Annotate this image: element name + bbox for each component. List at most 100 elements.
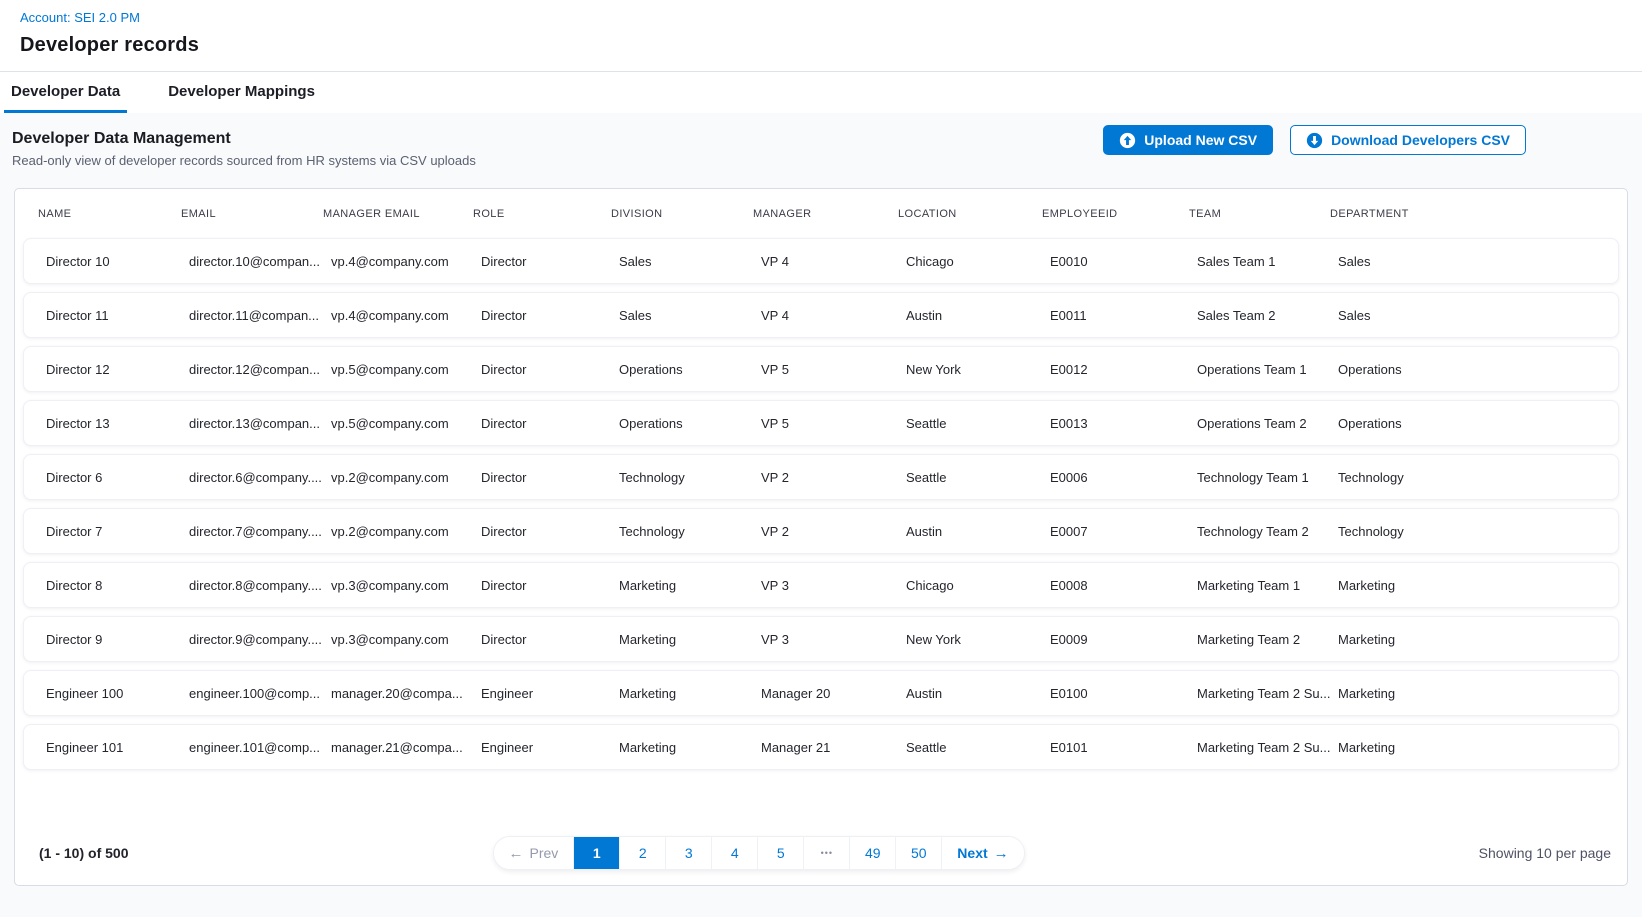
table-cell: E0006 <box>1050 470 1197 485</box>
table-cell: Director 11 <box>46 308 189 323</box>
table-cell: Operations <box>1338 362 1596 377</box>
table-cell: VP 2 <box>761 470 906 485</box>
table-cell: Director <box>481 524 619 539</box>
table-row: Director 7director.7@company....vp.2@com… <box>23 508 1619 554</box>
table-cell: Marketing <box>1338 578 1596 593</box>
page-button-50[interactable]: 50 <box>895 837 941 869</box>
table-cell: E0008 <box>1050 578 1197 593</box>
table-cell: Director 10 <box>46 254 189 269</box>
pagination-bar: (1 - 10) of 500 ← Prev 12345•••4950 Next… <box>15 821 1627 885</box>
account-breadcrumb-link[interactable]: Account: SEI 2.0 PM <box>20 10 140 25</box>
table-cell: director.10@compan... <box>189 254 331 269</box>
table-cell: vp.3@company.com <box>331 632 481 647</box>
next-page-button[interactable]: Next → <box>941 837 1023 869</box>
table-row: Director 11director.11@compan...vp.4@com… <box>23 292 1619 338</box>
page-button-1[interactable]: 1 <box>573 837 619 869</box>
table-cell: VP 3 <box>761 632 906 647</box>
table-cell: director.8@company.... <box>189 578 331 593</box>
table-cell: Marketing Team 2 Su... <box>1197 740 1338 755</box>
table-cell: Director <box>481 308 619 323</box>
table-cell: Director <box>481 254 619 269</box>
column-header-department: DEPARTMENT <box>1330 208 1611 220</box>
table-cell: Technology <box>619 470 761 485</box>
page-button-3[interactable]: 3 <box>665 837 711 869</box>
table-cell: Director <box>481 362 619 377</box>
table-cell: Director <box>481 470 619 485</box>
table-cell: Austin <box>906 524 1050 539</box>
column-header-employeeid: EMPLOYEEID <box>1042 208 1189 220</box>
table-cell: Austin <box>906 308 1050 323</box>
download-developers-csv-button[interactable]: Download Developers CSV <box>1290 125 1526 155</box>
page-button-2[interactable]: 2 <box>619 837 665 869</box>
table-cell: director.6@company.... <box>189 470 331 485</box>
table-cell: VP 3 <box>761 578 906 593</box>
prev-label: Prev <box>530 845 559 861</box>
prev-page-button[interactable]: ← Prev <box>494 837 574 869</box>
page-header: Account: SEI 2.0 PM Developer records <box>0 0 1642 72</box>
table-cell: Engineer <box>481 686 619 701</box>
page-ellipsis: ••• <box>803 837 849 869</box>
tab-developer-mappings[interactable]: Developer Mappings <box>161 72 322 113</box>
table-cell: VP 5 <box>761 362 906 377</box>
table-cell: Marketing <box>1338 632 1596 647</box>
table-cell: Sales Team 2 <box>1197 308 1338 323</box>
table-cell: director.12@compan... <box>189 362 331 377</box>
upload-new-csv-button[interactable]: Upload New CSV <box>1103 125 1273 155</box>
main-content: Developer Data Management Read-only view… <box>0 113 1642 917</box>
table-cell: Operations <box>619 362 761 377</box>
page-button-49[interactable]: 49 <box>849 837 895 869</box>
table-row: Engineer 101engineer.101@comp...manager.… <box>23 724 1619 770</box>
table-cell: Technology Team 1 <box>1197 470 1338 485</box>
page-button-5[interactable]: 5 <box>757 837 803 869</box>
page-title: Developer records <box>20 34 1622 57</box>
table-cell: Marketing <box>1338 686 1596 701</box>
table-cell: director.13@compan... <box>189 416 331 431</box>
table-cell: Manager 21 <box>761 740 906 755</box>
table-cell: vp.2@company.com <box>331 524 481 539</box>
table-cell: Technology <box>619 524 761 539</box>
table-cell: Marketing Team 2 <box>1197 632 1338 647</box>
table-cell: Marketing <box>619 632 761 647</box>
table-body: Director 10director.10@compan...vp.4@com… <box>15 238 1627 770</box>
table-cell: Chicago <box>906 254 1050 269</box>
table-cell: Operations <box>1338 416 1596 431</box>
table-cell: Operations Team 1 <box>1197 362 1338 377</box>
table-cell: vp.4@company.com <box>331 254 481 269</box>
table-cell: director.11@compan... <box>189 308 331 323</box>
table-cell: E0011 <box>1050 308 1197 323</box>
table-cell: Chicago <box>906 578 1050 593</box>
column-header-division: DIVISION <box>611 208 753 220</box>
per-page-label: Showing 10 per page <box>1479 845 1611 861</box>
table-header-row: NAMEEMAILMANAGER EMAILROLEDIVISIONMANAGE… <box>15 189 1627 238</box>
table-cell: Director <box>481 578 619 593</box>
table-cell: E0009 <box>1050 632 1197 647</box>
page-button-4[interactable]: 4 <box>711 837 757 869</box>
arrow-right-icon: → <box>994 846 1009 861</box>
table-cell: Marketing Team 1 <box>1197 578 1338 593</box>
next-label: Next <box>957 845 987 861</box>
table-row: Director 6director.6@company....vp.2@com… <box>23 454 1619 500</box>
developer-table-card: NAMEEMAILMANAGER EMAILROLEDIVISIONMANAGE… <box>14 188 1628 886</box>
table-row: Director 9director.9@company....vp.3@com… <box>23 616 1619 662</box>
table-cell: engineer.101@comp... <box>189 740 331 755</box>
table-cell: vp.4@company.com <box>331 308 481 323</box>
table-cell: Marketing <box>619 578 761 593</box>
column-header-email: EMAIL <box>181 208 323 220</box>
table-cell: Marketing <box>619 740 761 755</box>
table-row: Director 12director.12@compan...vp.5@com… <box>23 346 1619 392</box>
table-cell: VP 5 <box>761 416 906 431</box>
table-cell: Engineer 101 <box>46 740 189 755</box>
table-cell: E0010 <box>1050 254 1197 269</box>
download-circle-icon <box>1306 132 1323 149</box>
table-cell: New York <box>906 632 1050 647</box>
table-cell: manager.21@compa... <box>331 740 481 755</box>
csv-actions: Upload New CSV Download Developers CSV <box>1103 125 1526 155</box>
table-cell: Seattle <box>906 470 1050 485</box>
table-cell: Technology <box>1338 470 1596 485</box>
upload-circle-icon <box>1119 132 1136 149</box>
tab-developer-data[interactable]: Developer Data <box>4 72 127 113</box>
table-cell: Director 12 <box>46 362 189 377</box>
table-cell: Operations Team 2 <box>1197 416 1338 431</box>
table-cell: manager.20@compa... <box>331 686 481 701</box>
table-cell: VP 2 <box>761 524 906 539</box>
